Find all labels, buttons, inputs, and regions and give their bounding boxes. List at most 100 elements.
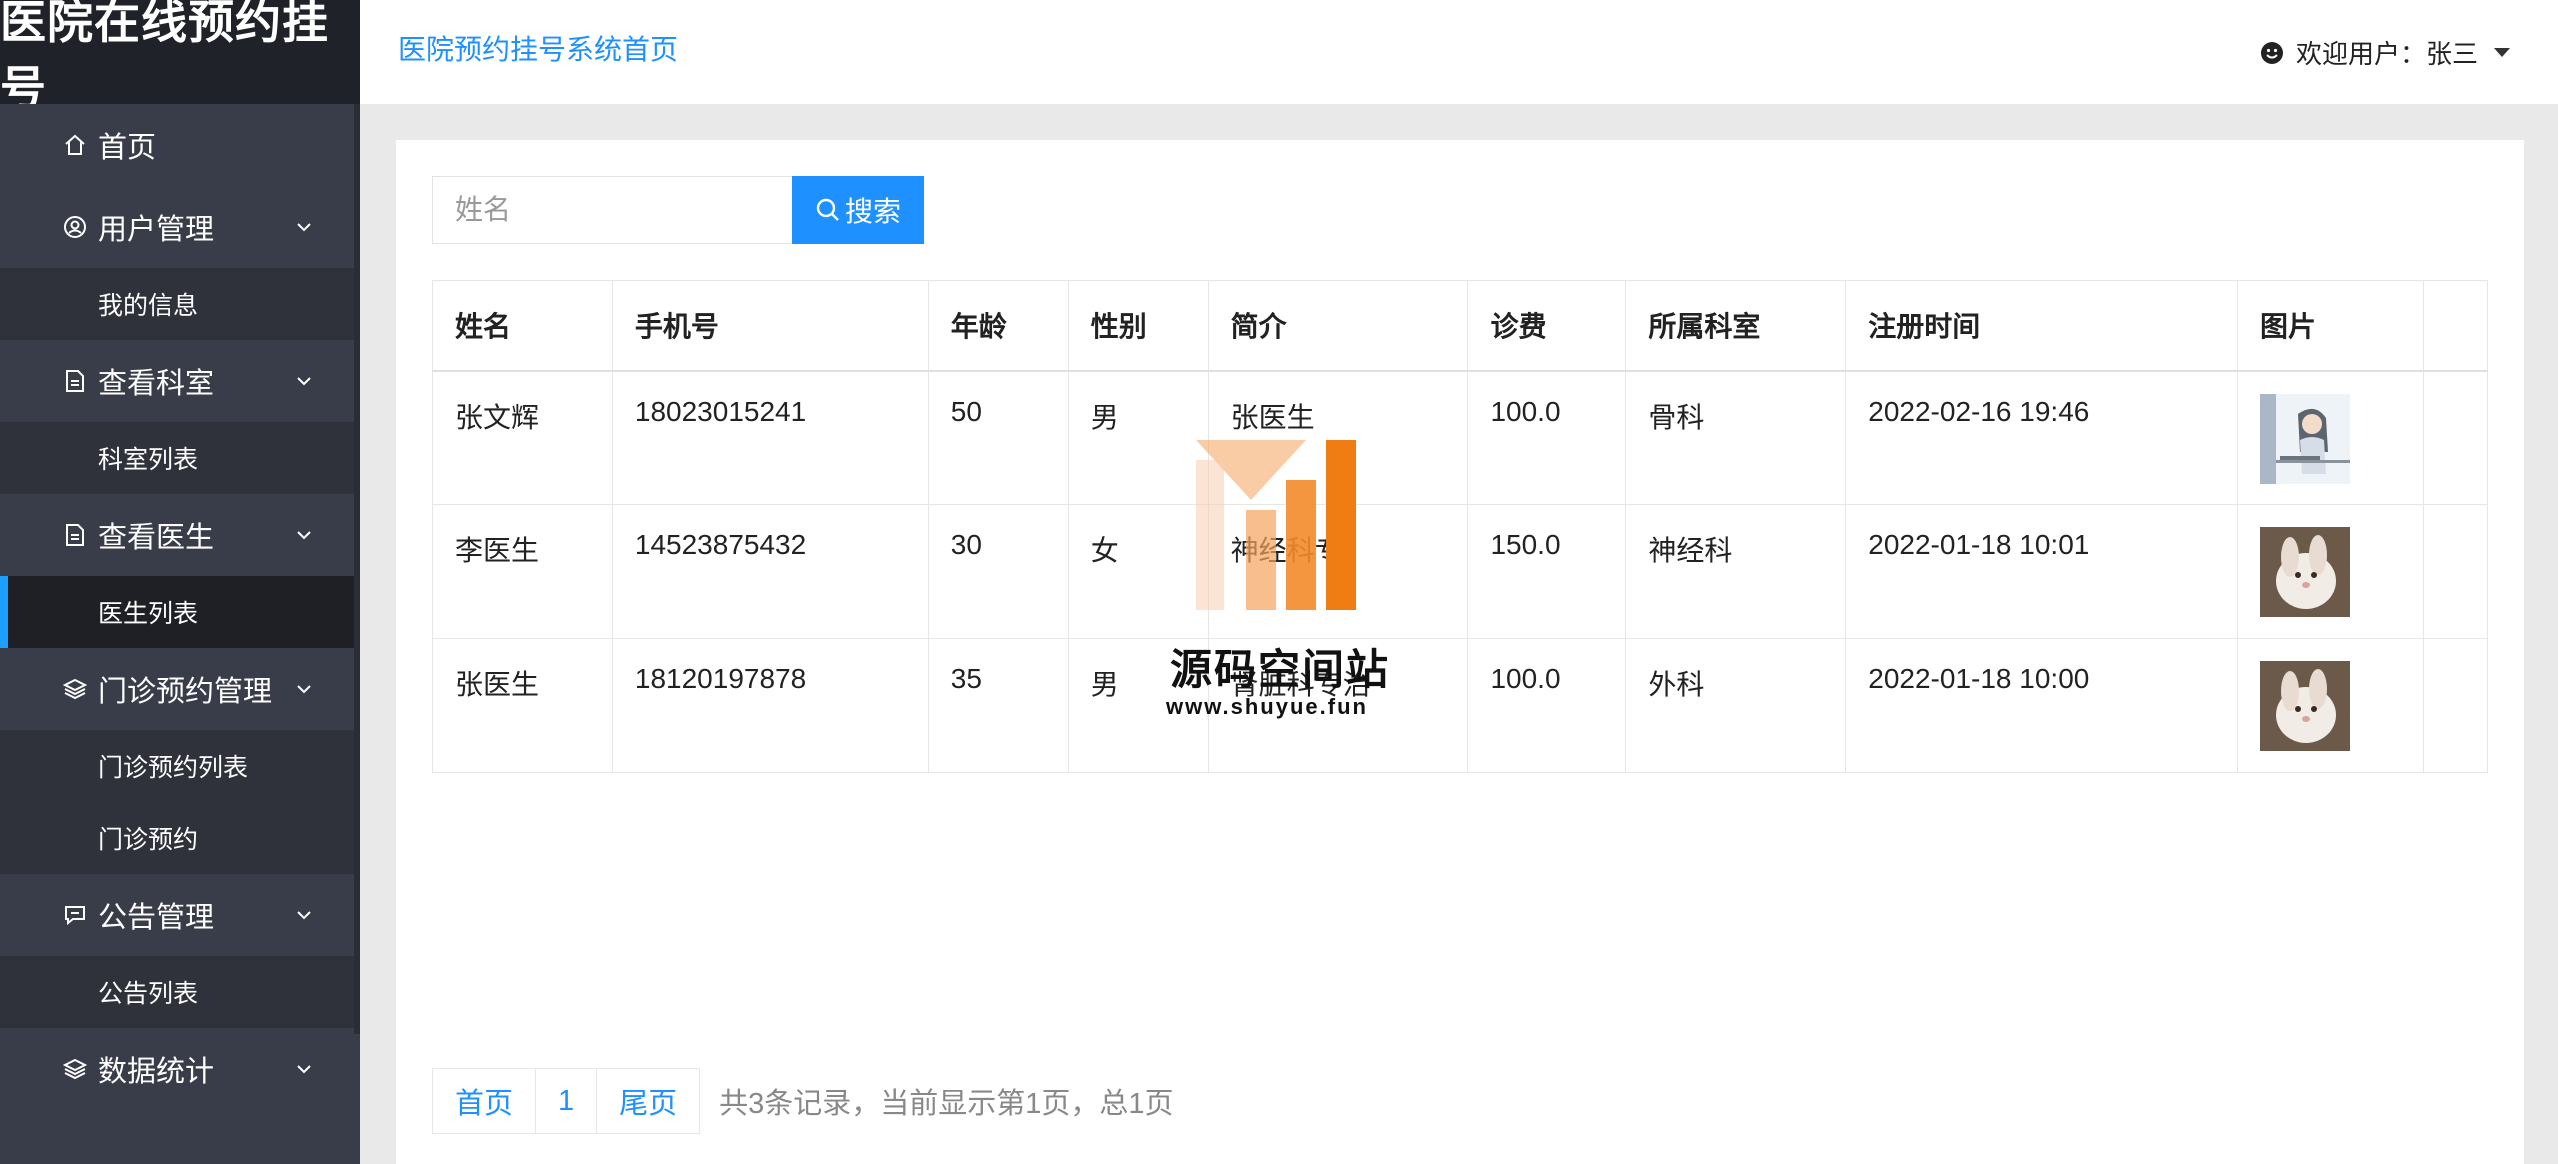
sidebar-item-label: 门诊预约管理 xyxy=(98,676,273,708)
column-header[interactable]: 手机号 xyxy=(611,280,929,371)
table-row[interactable]: 李医生 14523875432 30 女 神经科专 150.0 神经科 2022… xyxy=(432,504,2489,639)
cell-intro: 神经科专 xyxy=(1207,504,1469,639)
rabbit-photo-thumbnail[interactable] xyxy=(2260,527,2350,617)
user-circle-icon xyxy=(62,214,88,240)
pagination-info: 共3条记录，当前显示第1页，总1页 xyxy=(719,1088,1174,1120)
sidebar-item-appointment-list[interactable]: 门诊预约列表 xyxy=(0,730,360,802)
table-header-row: 姓名 手机号 年龄 性别 简介 诊费 所属科室 注册时间 图片 xyxy=(432,280,2489,371)
chevron-down-icon xyxy=(297,685,311,694)
cell-image xyxy=(2237,638,2424,773)
sidebar-item-department-list[interactable]: 科室列表 xyxy=(0,422,360,494)
sidebar-item-user-management[interactable]: 用户管理 xyxy=(0,186,360,268)
sidebar-item-appointment-management[interactable]: 门诊预约管理 xyxy=(0,648,360,730)
user-menu[interactable]: 欢迎用户：张三 xyxy=(2260,34,2510,71)
cell-phone: 14523875432 xyxy=(611,504,929,639)
top-header: 医院预约挂号系统首页 欢迎用户：张三 xyxy=(360,0,2558,104)
main-panel: 搜索 姓名 手机号 年龄 性别 简介 诊费 所属科室 注册时间 图片 xyxy=(396,140,2524,1164)
sidebar-item-my-info[interactable]: 我的信息 xyxy=(0,268,360,340)
document-icon xyxy=(62,368,88,394)
cell-gender: 男 xyxy=(1067,370,1209,505)
sidebar-item-home[interactable]: 首页 xyxy=(0,104,360,186)
sidebar-item-announcement-list[interactable]: 公告列表 xyxy=(0,956,360,1028)
table-row[interactable]: 张医生 18120197878 35 男 肾脏科专治 100.0 外科 2022… xyxy=(432,638,2489,773)
column-header-extra xyxy=(2422,280,2489,371)
app-brand: 医院在线预约挂号 xyxy=(0,0,360,114)
sidebar-item-doctors[interactable]: 查看医生 xyxy=(0,494,360,576)
home-icon xyxy=(62,132,88,158)
column-header[interactable]: 图片 xyxy=(2237,280,2424,371)
cell-name: 张医生 xyxy=(432,638,613,773)
cell-phone: 18120197878 xyxy=(611,638,929,773)
rabbit-photo-thumbnail[interactable] xyxy=(2260,661,2350,751)
cell-fee: 100.0 xyxy=(1467,370,1627,505)
cell-time: 2022-02-16 19:46 xyxy=(1845,370,2238,505)
cell-dept: 外科 xyxy=(1625,638,1847,773)
pagination: 首页 1 尾页 共3条记录，当前显示第1页，总1页 xyxy=(432,1068,1174,1134)
column-header[interactable]: 性别 xyxy=(1067,280,1209,371)
layers-icon xyxy=(62,676,88,702)
sidebar-item-label: 首页 xyxy=(98,132,157,164)
sidebar-item-doctor-list[interactable]: 医生列表 xyxy=(0,576,360,648)
cell-phone: 18023015241 xyxy=(611,370,929,505)
sidebar-item-label: 查看医生 xyxy=(98,522,215,554)
cell-image xyxy=(2237,504,2424,639)
doctor-table: 姓名 手机号 年龄 性别 简介 诊费 所属科室 注册时间 图片 张文辉 1802… xyxy=(432,280,2489,773)
smile-icon xyxy=(2260,41,2283,64)
search-button-label: 搜索 xyxy=(844,196,901,227)
last-page-link[interactable]: 尾页 xyxy=(596,1068,701,1134)
cell-dept: 神经科 xyxy=(1625,504,1847,639)
column-header[interactable]: 姓名 xyxy=(432,280,613,371)
column-header[interactable]: 注册时间 xyxy=(1845,280,2238,371)
cell-intro: 张医生 xyxy=(1207,370,1469,505)
sidebar-nav: 首页 用户管理 我的信息 查看科室 科室列表 查看医生 医生列表 门诊预约管理 … xyxy=(0,104,360,1164)
doctor-illustration-thumbnail[interactable] xyxy=(2260,393,2350,484)
cell-time: 2022-01-18 10:01 xyxy=(1845,504,2238,639)
sidebar-item-label: 用户管理 xyxy=(98,214,215,246)
chevron-down-icon xyxy=(297,223,311,232)
cell-fee: 100.0 xyxy=(1467,638,1627,773)
table-row[interactable]: 张文辉 18023015241 50 男 张医生 100.0 骨科 2022-0… xyxy=(432,370,2489,505)
cell-name: 李医生 xyxy=(432,504,613,639)
caret-down-icon xyxy=(2494,48,2510,57)
cell-extra xyxy=(2422,504,2489,639)
cell-age: 50 xyxy=(927,370,1069,505)
sidebar: 医院在线预约挂号 首页 用户管理 我的信息 查看科室 科室列表 查看医生 医生列… xyxy=(0,0,360,1164)
cell-intro: 肾脏科专治 xyxy=(1207,638,1469,773)
cell-extra xyxy=(2422,370,2489,505)
sidebar-item-label: 数据统计 xyxy=(98,1056,215,1088)
chevron-down-icon xyxy=(297,1065,311,1074)
breadcrumb[interactable]: 医院预约挂号系统首页 xyxy=(398,28,678,68)
document-icon xyxy=(62,522,88,548)
sidebar-item-statistics[interactable]: 数据统计 xyxy=(0,1028,360,1110)
column-header[interactable]: 所属科室 xyxy=(1625,280,1847,371)
announcement-icon xyxy=(62,902,88,928)
search-icon xyxy=(816,198,839,221)
search-button[interactable]: 搜索 xyxy=(792,176,924,244)
cell-extra xyxy=(2422,638,2489,773)
cell-age: 35 xyxy=(927,638,1069,773)
cell-name: 张文辉 xyxy=(432,370,613,505)
search-bar: 搜索 xyxy=(432,176,924,244)
column-header[interactable]: 诊费 xyxy=(1467,280,1627,371)
search-input[interactable] xyxy=(432,176,792,244)
sidebar-item-departments[interactable]: 查看科室 xyxy=(0,340,360,422)
page-number-link[interactable]: 1 xyxy=(535,1068,598,1134)
sidebar-item-label: 查看科室 xyxy=(98,368,215,400)
layers-icon xyxy=(62,1056,88,1082)
first-page-link[interactable]: 首页 xyxy=(432,1068,537,1134)
chevron-down-icon xyxy=(297,911,311,920)
cell-time: 2022-01-18 10:00 xyxy=(1845,638,2238,773)
cell-fee: 150.0 xyxy=(1467,504,1627,639)
sidebar-item-label: 公告管理 xyxy=(98,902,215,934)
column-header[interactable]: 简介 xyxy=(1207,280,1469,371)
cell-gender: 男 xyxy=(1067,638,1209,773)
chevron-down-icon xyxy=(297,377,311,386)
cell-age: 30 xyxy=(927,504,1069,639)
cell-gender: 女 xyxy=(1067,504,1209,639)
sidebar-item-announcements[interactable]: 公告管理 xyxy=(0,874,360,956)
user-greeting: 欢迎用户：张三 xyxy=(2295,39,2478,69)
sidebar-item-appointment[interactable]: 门诊预约 xyxy=(0,802,360,874)
cell-dept: 骨科 xyxy=(1625,370,1847,505)
chevron-down-icon xyxy=(297,531,311,540)
column-header[interactable]: 年龄 xyxy=(927,280,1069,371)
